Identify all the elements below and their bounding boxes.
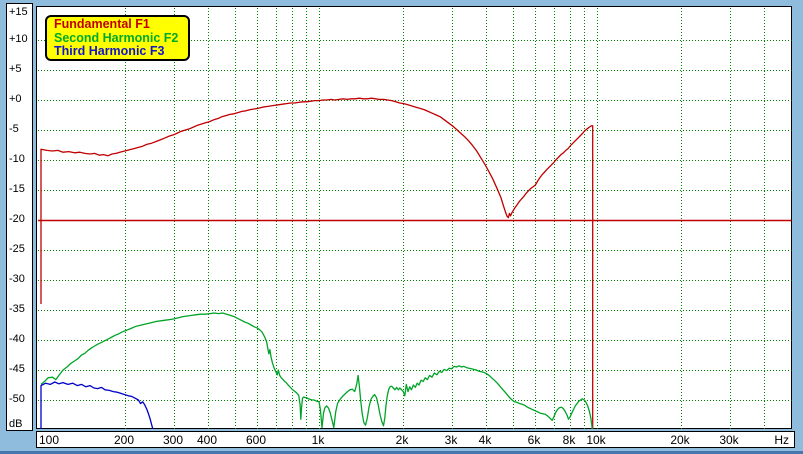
x-tick-label: 3k <box>445 433 458 447</box>
y-tick-label: -20 <box>9 213 25 225</box>
x-tick-label: 4k <box>479 433 492 447</box>
x-tick-label: 200 <box>114 433 134 447</box>
curve-second-harmonic <box>41 313 593 430</box>
plot-area <box>36 6 792 429</box>
y-tick-label: -35 <box>9 303 25 315</box>
grid-lines <box>38 8 792 429</box>
frequency-response-chart <box>37 7 793 430</box>
curve-third-harmonic <box>41 382 154 430</box>
y-tick-label: -25 <box>9 243 25 255</box>
y-tick-label: -30 <box>9 273 25 285</box>
legend-item-third-harmonic: Third Harmonic F3 <box>54 45 188 59</box>
x-tick-label: 8k <box>563 433 576 447</box>
y-tick-label: +5 <box>9 63 22 75</box>
y-axis-unit-label: dB <box>9 418 22 430</box>
y-tick-label: -5 <box>9 123 19 135</box>
measurement-window: Fundamental F1 Second Harmonic F2 Third … <box>0 0 803 454</box>
y-tick-label: -45 <box>9 363 25 375</box>
y-tick-label: -15 <box>9 183 25 195</box>
x-tick-label: 600 <box>246 433 266 447</box>
legend-item-fundamental: Fundamental F1 <box>54 18 188 32</box>
y-tick-label: -40 <box>9 333 25 345</box>
x-tick-label: 2k <box>396 433 409 447</box>
x-tick-label: 300 <box>163 433 183 447</box>
x-tick-label: 400 <box>197 433 217 447</box>
y-tick-label: +10 <box>9 33 28 45</box>
legend-box: Fundamental F1 Second Harmonic F2 Third … <box>45 15 190 61</box>
curve-fundamental <box>41 98 593 430</box>
y-tick-label: -10 <box>9 153 25 165</box>
x-tick-label: 10k <box>586 433 605 447</box>
x-tick-label: 100 <box>39 433 59 447</box>
y-tick-label: +15 <box>9 6 28 18</box>
x-tick-label: 6k <box>528 433 541 447</box>
y-tick-label: -50 <box>9 393 25 405</box>
y-tick-label: +0 <box>9 93 22 105</box>
legend-item-second-harmonic: Second Harmonic F2 <box>54 32 188 46</box>
x-axis-unit-label: Hz <box>774 433 789 447</box>
x-tick-label: 30k <box>719 433 738 447</box>
x-tick-label: 1k <box>312 433 325 447</box>
x-tick-label: 20k <box>670 433 689 447</box>
